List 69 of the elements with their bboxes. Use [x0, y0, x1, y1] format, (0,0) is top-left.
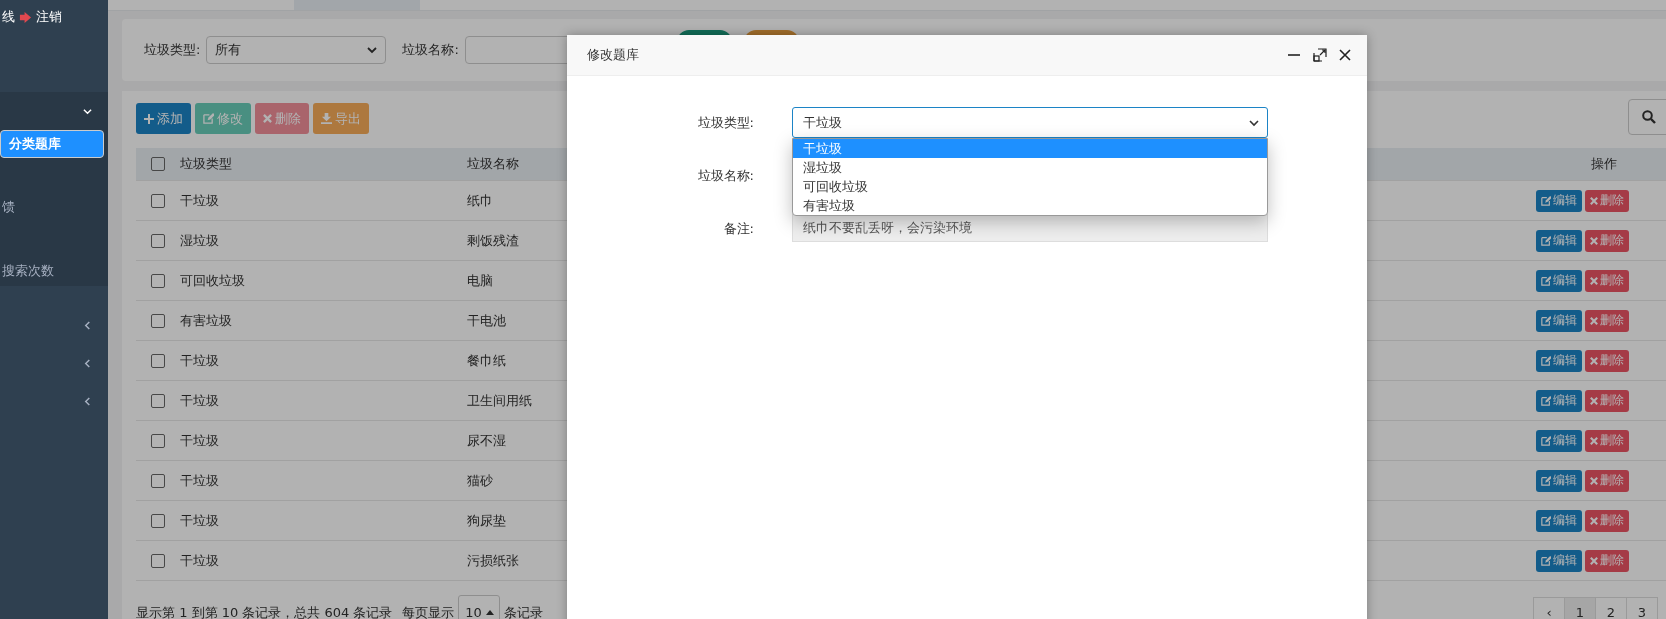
- edit-button[interactable]: 编辑: [1536, 389, 1582, 412]
- sidebar-subitem[interactable]: 分类题库: [0, 130, 104, 158]
- table-cell: 干垃圾: [180, 472, 219, 488]
- dropdown-option[interactable]: 湿垃圾: [793, 158, 1267, 177]
- table-cell: 湿垃圾: [180, 232, 219, 248]
- column-header: 垃圾类型: [180, 156, 232, 171]
- field-label: 垃圾名称:: [697, 168, 754, 183]
- table-cell: 纸巾: [467, 192, 493, 208]
- page-link[interactable]: 2: [1595, 596, 1627, 619]
- sidebar-subitem[interactable]: 馈: [0, 192, 108, 222]
- table-cell: 狗尿垫: [467, 512, 506, 528]
- toolbar-button[interactable]: 添加: [136, 103, 191, 134]
- edit-button[interactable]: 编辑: [1536, 349, 1582, 372]
- delete-button[interactable]: 删除: [1585, 549, 1629, 572]
- table-cell: 有害垃圾: [180, 312, 232, 328]
- toolbar-button[interactable]: 导出: [313, 103, 369, 134]
- page-link[interactable]: 1: [1564, 596, 1596, 619]
- delete-button[interactable]: 删除: [1585, 469, 1629, 492]
- delete-button[interactable]: 删除: [1585, 309, 1629, 332]
- type-select[interactable]: 所有: [206, 36, 387, 64]
- page-link[interactable]: 3: [1626, 596, 1658, 619]
- edit-button[interactable]: 编辑: [1536, 189, 1582, 212]
- edit-button[interactable]: 编辑: [1536, 469, 1582, 492]
- edit-button[interactable]: 编辑: [1536, 549, 1582, 572]
- edit-button[interactable]: 编辑: [1536, 269, 1582, 292]
- delete-button[interactable]: 删除: [1585, 229, 1629, 252]
- edit-button[interactable]: 编辑: [1536, 229, 1582, 252]
- column-header: 操作: [1590, 156, 1617, 171]
- field-label: 垃圾类型:: [144, 41, 201, 59]
- table-cell: 干电池: [467, 312, 506, 328]
- sidebar-subitem[interactable]: 搜索次数: [0, 256, 108, 286]
- page-size-dropdown[interactable]: 10: [458, 595, 501, 619]
- status-text: 线: [2, 8, 15, 26]
- dropdown-option[interactable]: 可回收垃圾: [793, 177, 1267, 196]
- delete-button[interactable]: 删除: [1585, 429, 1629, 452]
- field-label: 垃圾类型:: [697, 115, 754, 130]
- field-label: 垃圾名称:: [402, 41, 459, 59]
- per-page-label: 条记录: [504, 603, 544, 619]
- edit-button[interactable]: 编辑: [1536, 309, 1582, 332]
- dropdown-option[interactable]: 有害垃圾: [793, 196, 1267, 215]
- edit-button[interactable]: 编辑: [1536, 429, 1582, 452]
- delete-button[interactable]: 删除: [1585, 269, 1629, 292]
- table-cell: 猫砂: [467, 472, 493, 488]
- delete-button[interactable]: 删除: [1585, 509, 1629, 532]
- table-cell: 餐巾纸: [467, 352, 506, 368]
- dialog-title: 修改题库: [587, 46, 639, 64]
- column-header: 垃圾名称: [467, 156, 519, 171]
- logout-link[interactable]: 注销: [36, 8, 62, 26]
- table-cell: 电脑: [467, 272, 493, 288]
- table-cell: 卫生间用纸: [467, 392, 532, 408]
- per-page-label: 每页显示: [402, 603, 455, 619]
- field-label: 备注:: [723, 221, 754, 236]
- table-cell: 剩饭残渣: [467, 232, 519, 248]
- record-summary: 显示第 1 到第 10 条记录，总共 604 条记录: [136, 603, 393, 619]
- edit-button[interactable]: 编辑: [1536, 509, 1582, 532]
- table-cell: 干垃圾: [180, 552, 219, 568]
- table-cell: 干垃圾: [180, 352, 219, 368]
- dropdown-option[interactable]: 干垃圾: [793, 139, 1267, 158]
- delete-button[interactable]: 删除: [1585, 389, 1629, 412]
- table-cell: 干垃圾: [180, 512, 219, 528]
- table-cell: 干垃圾: [180, 192, 219, 208]
- delete-button[interactable]: 删除: [1585, 349, 1629, 372]
- table-cell: 干垃圾: [180, 392, 219, 408]
- table-cell: 可回收垃圾: [180, 272, 245, 288]
- table-cell: 污损纸张: [467, 552, 519, 568]
- table-cell: 尿不湿: [467, 432, 506, 448]
- type-select[interactable]: 干垃圾: [792, 107, 1268, 138]
- table-cell: 干垃圾: [180, 432, 219, 448]
- delete-button[interactable]: 删除: [1585, 189, 1629, 212]
